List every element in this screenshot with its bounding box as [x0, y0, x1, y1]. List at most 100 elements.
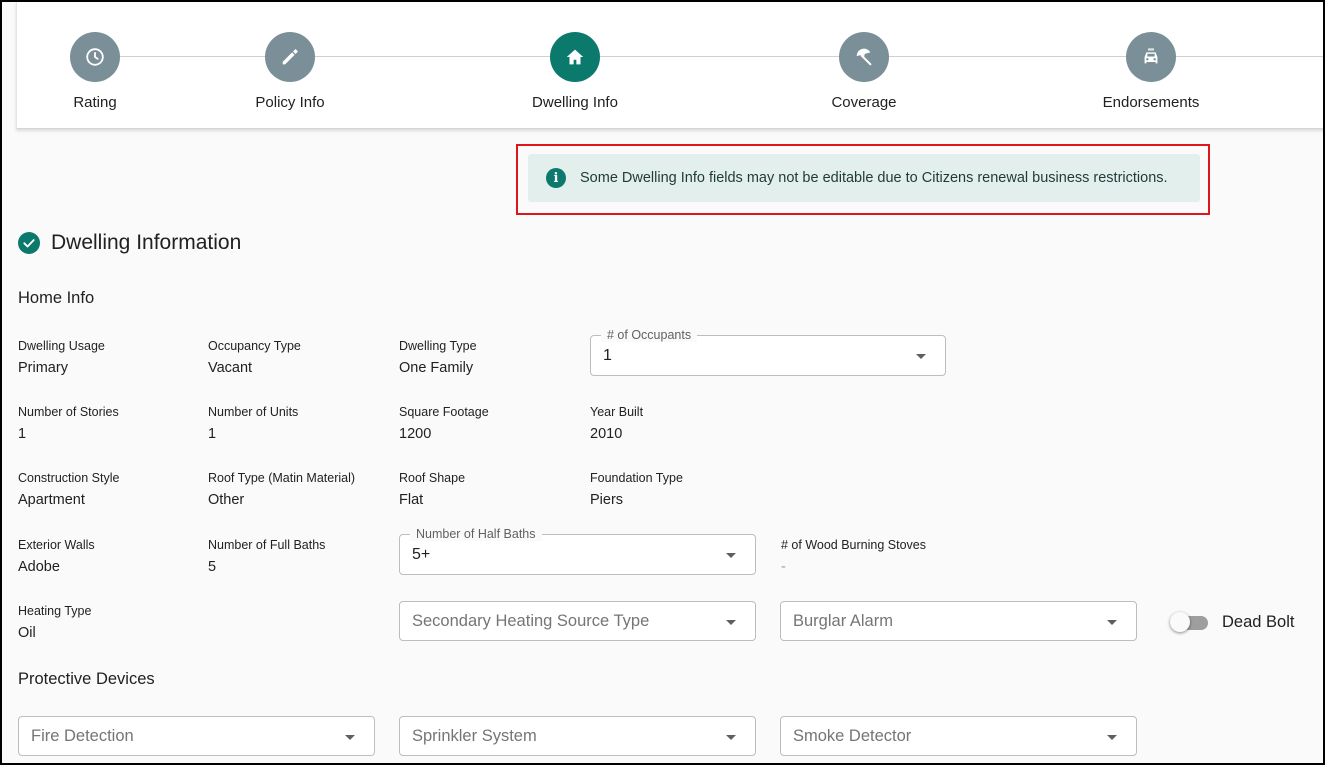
wood-stoves-value: - [781, 559, 786, 575]
roof-shape-value: Flat [399, 492, 424, 508]
square-footage-field: Square Footage 1200 [399, 405, 489, 442]
sprinkler-system-placeholder: Sprinkler System [412, 727, 537, 745]
home-info-heading: Home Info [18, 289, 95, 307]
square-footage-label: Square Footage [399, 405, 489, 419]
number-of-stories-value: 1 [18, 426, 27, 442]
wood-stoves-label: # of Wood Burning Stoves [781, 538, 926, 552]
year-built-label: Year Built [590, 405, 644, 419]
half-baths-select-label: Number of Half Baths [410, 527, 542, 541]
occupancy-type-value: Vacant [208, 360, 253, 376]
protective-devices-heading: Protective Devices [18, 670, 155, 688]
step-policy-info[interactable]: Policy Info [220, 32, 360, 111]
progress-stepper: Rating Policy Info Dwelling Info Coverag… [16, 2, 1323, 129]
dwelling-usage-field: Dwelling Usage Primary [18, 339, 105, 376]
construction-style-value: Apartment [18, 492, 85, 508]
chevron-down-icon[interactable] [726, 735, 736, 740]
foundation-type-value: Piers [590, 492, 624, 508]
fire-detection-select[interactable]: Fire Detection [18, 716, 375, 756]
smoke-detector-placeholder: Smoke Detector [793, 727, 912, 745]
step-dwelling-info-circle[interactable] [550, 32, 600, 82]
secondary-heating-placeholder: Secondary Heating Source Type [412, 612, 650, 630]
burglar-alarm-select[interactable]: Burglar Alarm [780, 601, 1137, 641]
step-endorsements[interactable]: Endorsements [1081, 32, 1221, 111]
chevron-down-icon[interactable] [726, 553, 736, 558]
dead-bolt-label: Dead Bolt [1222, 612, 1295, 631]
checkmark-icon [23, 239, 35, 248]
check-circle-icon [18, 232, 40, 254]
square-footage-value: 1200 [399, 426, 432, 442]
half-baths-select-value: 5+ [412, 546, 431, 563]
step-rating-label: Rating [73, 94, 117, 111]
page-title: Dwelling Information [51, 231, 242, 254]
number-of-units-field: Number of Units 1 [208, 405, 298, 442]
roof-type-label: Roof Type (Matin Material) [208, 471, 356, 485]
chevron-down-icon[interactable] [1107, 735, 1117, 740]
step-coverage-label: Coverage [831, 94, 897, 111]
fire-detection-placeholder: Fire Detection [31, 727, 134, 745]
step-policy-info-circle[interactable] [265, 32, 315, 82]
dead-bolt-toggle-group[interactable]: Dead Bolt [1170, 611, 1294, 633]
roof-type-value: Other [208, 492, 245, 508]
half-baths-select[interactable]: Number of Half Baths 5+ [399, 527, 756, 575]
number-of-units-value: 1 [208, 426, 217, 442]
roof-shape-label: Roof Shape [399, 471, 466, 485]
number-of-stories-label: Number of Stories [18, 405, 119, 419]
burglar-alarm-placeholder: Burglar Alarm [793, 612, 893, 630]
exterior-walls-label: Exterior Walls [18, 538, 95, 552]
car-icon [1144, 48, 1158, 64]
full-baths-field: Number of Full Baths 5 [208, 538, 325, 575]
full-baths-value: 5 [208, 559, 217, 575]
info-icon: i [546, 168, 566, 188]
dwelling-usage-label: Dwelling Usage [18, 339, 105, 353]
chevron-down-icon[interactable] [345, 735, 355, 740]
dwelling-type-value: One Family [399, 360, 474, 376]
foundation-type-field: Foundation Type Piers [590, 471, 683, 508]
wood-stoves-field: # of Wood Burning Stoves - [781, 538, 926, 575]
smoke-detector-select[interactable]: Smoke Detector [780, 716, 1137, 756]
occupancy-type-field: Occupancy Type Vacant [208, 339, 301, 376]
sprinkler-system-select[interactable]: Sprinkler System [399, 716, 756, 756]
chevron-down-icon[interactable] [726, 620, 736, 625]
info-alert: i Some Dwelling Info fields may not be e… [528, 154, 1200, 202]
step-dwelling-info-label: Dwelling Info [532, 94, 618, 111]
dwelling-usage-value: Primary [18, 360, 68, 376]
step-coverage[interactable]: Coverage [794, 32, 934, 111]
umbrella-icon [856, 48, 872, 66]
pencil-icon [282, 49, 298, 65]
construction-style-label: Construction Style [18, 471, 120, 485]
heating-type-label: Heating Type [18, 604, 92, 618]
heating-type-field: Heating Type Oil [18, 604, 91, 641]
roof-shape-field: Roof Shape Flat [399, 471, 465, 508]
year-built-field: Year Built 2010 [590, 405, 643, 442]
occupants-select-label: # of Occupants [601, 328, 698, 342]
chevron-down-icon[interactable] [916, 354, 926, 359]
step-coverage-circle[interactable] [839, 32, 889, 82]
foundation-type-label: Foundation Type [590, 471, 683, 485]
step-dwelling-info[interactable]: Dwelling Info [505, 32, 645, 111]
step-rating-circle[interactable] [70, 32, 120, 82]
toggle-thumb[interactable] [1170, 612, 1190, 632]
occupancy-type-label: Occupancy Type [208, 339, 301, 353]
home-icon [566, 49, 584, 65]
chevron-down-icon[interactable] [1107, 620, 1117, 625]
occupants-select-value: 1 [603, 347, 612, 364]
step-endorsements-circle[interactable] [1126, 32, 1176, 82]
roof-type-field: Roof Type (Matin Material) Other [208, 471, 355, 508]
heating-type-value: Oil [18, 625, 36, 641]
occupants-select[interactable]: # of Occupants 1 [590, 328, 946, 376]
dwelling-type-field: Dwelling Type One Family [399, 339, 477, 376]
secondary-heating-select[interactable]: Secondary Heating Source Type [399, 601, 756, 641]
construction-style-field: Construction Style Apartment [18, 471, 119, 508]
dwelling-type-label: Dwelling Type [399, 339, 477, 353]
exterior-walls-field: Exterior Walls Adobe [18, 538, 95, 575]
clock-icon [86, 48, 104, 66]
dead-bolt-toggle[interactable] [1170, 611, 1210, 633]
exterior-walls-value: Adobe [18, 559, 60, 575]
step-endorsements-label: Endorsements [1102, 94, 1200, 111]
step-rating[interactable]: Rating [25, 32, 165, 111]
number-of-units-label: Number of Units [208, 405, 299, 419]
alert-message: Some Dwelling Info fields may not be edi… [580, 170, 1168, 186]
step-policy-info-label: Policy Info [255, 94, 325, 111]
section-header: Dwelling Information [18, 231, 241, 255]
app-window: Rating Policy Info Dwelling Info Coverag… [0, 0, 1325, 765]
